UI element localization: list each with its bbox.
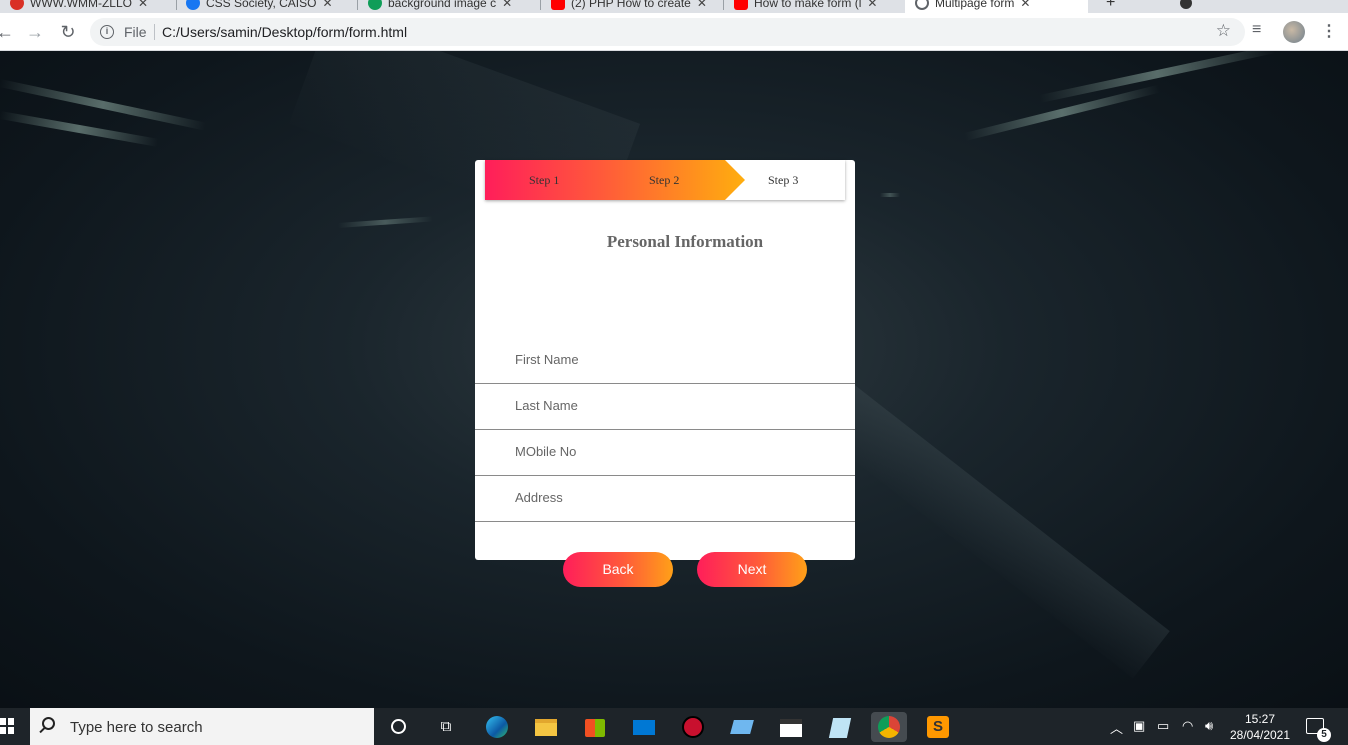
browser-tab[interactable]: (2) PHP How to create ✕ [551,0,707,13]
notepad-app-icon[interactable] [827,714,853,740]
form-title: Personal Information [606,232,764,251]
address-input[interactable] [515,490,815,505]
last-name-field [475,384,855,430]
youtube-icon [734,0,748,10]
step-2-label: Step 2 [649,173,680,187]
tab-favicon-icon [368,0,382,10]
tab-strip: WWW.WMM-ZLLO ✕ CSS Society, CAISO ✕ backgr… [0,0,1348,13]
step-1-label: Step 1 [529,173,560,187]
background-streak [880,193,900,197]
first-name-input[interactable] [515,352,815,367]
bookmark-star-icon[interactable]: ☆ [1216,21,1231,41]
task-view-icon[interactable]: ⧉ [433,714,459,740]
mobile-no-field [475,430,855,476]
step-progress-bar: Step 1 Step 2 Step 3 [485,160,845,200]
media-queue-icon[interactable]: ≡ [1252,21,1261,39]
mail-icon[interactable] [631,714,657,740]
browser-tab[interactable]: How to make form (l ✕ [734,0,877,13]
mobile-no-input[interactable] [515,444,815,459]
edge-icon[interactable] [484,714,510,740]
close-tab-icon[interactable]: ✕ [867,0,877,10]
plus-icon: + [1106,0,1116,11]
file-explorer-icon[interactable] [533,714,559,740]
browser-tab-active[interactable]: Multipage form ✕ [905,0,1088,13]
background-streak [337,216,433,228]
taskbar-search-placeholder: Type here to search [70,719,203,736]
multipage-form-card: Step 1 Step 2 Step 3 Personal Informatio… [475,160,855,587]
laptop-app-icon[interactable] [729,714,755,740]
tray-chevron-up-icon[interactable]: ︿ [1110,718,1123,737]
reload-icon[interactable]: ↻ [57,21,79,43]
browser-toolbar: ← → ↻ i File C:/Users/samin/Desktop/form… [0,13,1348,51]
profile-avatar[interactable] [1283,21,1305,43]
windows-start-icon[interactable] [0,718,14,734]
store-icon[interactable] [582,714,608,740]
address-field [475,476,855,522]
tray-app-icon[interactable]: ▣ [1133,718,1145,734]
page-viewport: Step 1 Step 2 Step 3 Personal Informatio… [0,51,1348,708]
chrome-icon[interactable] [871,712,907,742]
clapperboard-icon[interactable] [778,714,804,740]
facebook-icon [186,0,200,10]
search-icon [42,717,55,730]
volume-icon[interactable]: 🔊︎ [1205,718,1213,734]
browser-tab[interactable]: background image c ✕ [368,0,512,13]
battery-icon[interactable]: ▭ [1157,718,1169,734]
browser-tab[interactable]: WWW.WMM-ZLLO ✕ [10,0,148,13]
dot-icon [1180,0,1192,9]
taskbar-clock[interactable]: 15:27 28/04/2021 [1228,711,1292,743]
progress-fill [485,160,745,200]
forward-arrow-icon[interactable]: → [24,21,46,43]
first-name-field [475,338,855,384]
scheme-label: File [124,24,147,40]
tab-favicon-icon [10,0,24,10]
sublime-text-icon[interactable]: S [925,714,951,740]
globe-icon [915,0,929,10]
step-3-label: Step 3 [768,173,799,187]
background-streak [0,111,159,147]
clock-time: 15:27 [1244,712,1276,726]
menu-kebab-icon[interactable]: ⋮ [1321,21,1337,41]
game-app-icon[interactable] [680,714,706,740]
windows-taskbar: Type here to search ⧉ S ︿ ▣ ▭ ◠ 🔊︎ 15:27… [0,708,1348,745]
taskbar-search-box[interactable]: Type here to search [30,708,374,745]
back-button[interactable]: Back [563,552,673,587]
browser-tab[interactable]: CSS Society, CAISO ✕ [186,0,333,13]
close-tab-icon[interactable]: ✕ [322,0,332,10]
last-name-input[interactable] [515,398,815,413]
back-arrow-icon[interactable]: ← [0,21,16,43]
url-text[interactable]: C:/Users/samin/Desktop/form/form.html [162,24,407,40]
window-minimize-button[interactable] [1180,0,1192,13]
new-tab-button[interactable]: + [1106,0,1115,13]
info-icon[interactable]: i [100,25,114,39]
notification-count-badge: 5 [1317,728,1331,742]
close-tab-icon[interactable]: ✕ [697,0,707,10]
youtube-icon [551,0,565,10]
close-tab-icon[interactable]: ✕ [502,0,512,10]
background-streak [1039,51,1276,103]
cortana-icon[interactable] [385,714,411,740]
next-button[interactable]: Next [697,552,807,587]
clock-date: 28/04/2021 [1229,728,1291,742]
close-tab-icon[interactable]: ✕ [1020,0,1030,10]
address-bar[interactable]: i File C:/Users/samin/Desktop/form/form.… [90,18,1245,46]
wifi-icon[interactable]: ◠ [1182,718,1193,734]
close-tab-icon[interactable]: ✕ [138,0,148,10]
